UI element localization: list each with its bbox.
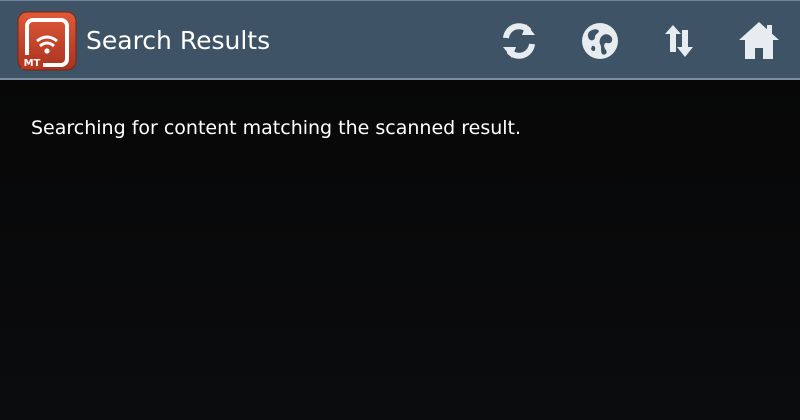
globe-icon [582,23,618,59]
action-bar: MT Search Results [0,0,800,80]
app-icon-badge: MT [24,58,41,69]
sort-icon [665,25,693,57]
app-icon[interactable]: MT [17,11,77,71]
mobile-tag-logo-icon: MT [17,11,77,71]
home-icon [739,22,779,59]
refresh-icon [503,23,535,59]
home-button[interactable] [735,17,783,65]
page-title: Search Results [86,26,271,55]
web-search-button[interactable] [576,17,624,65]
sort-button[interactable] [655,17,703,65]
refresh-button[interactable] [495,17,543,65]
app-screen: MT Search Results Searching for content … [0,0,800,420]
search-status-text: Searching for content matching the scann… [31,117,522,139]
